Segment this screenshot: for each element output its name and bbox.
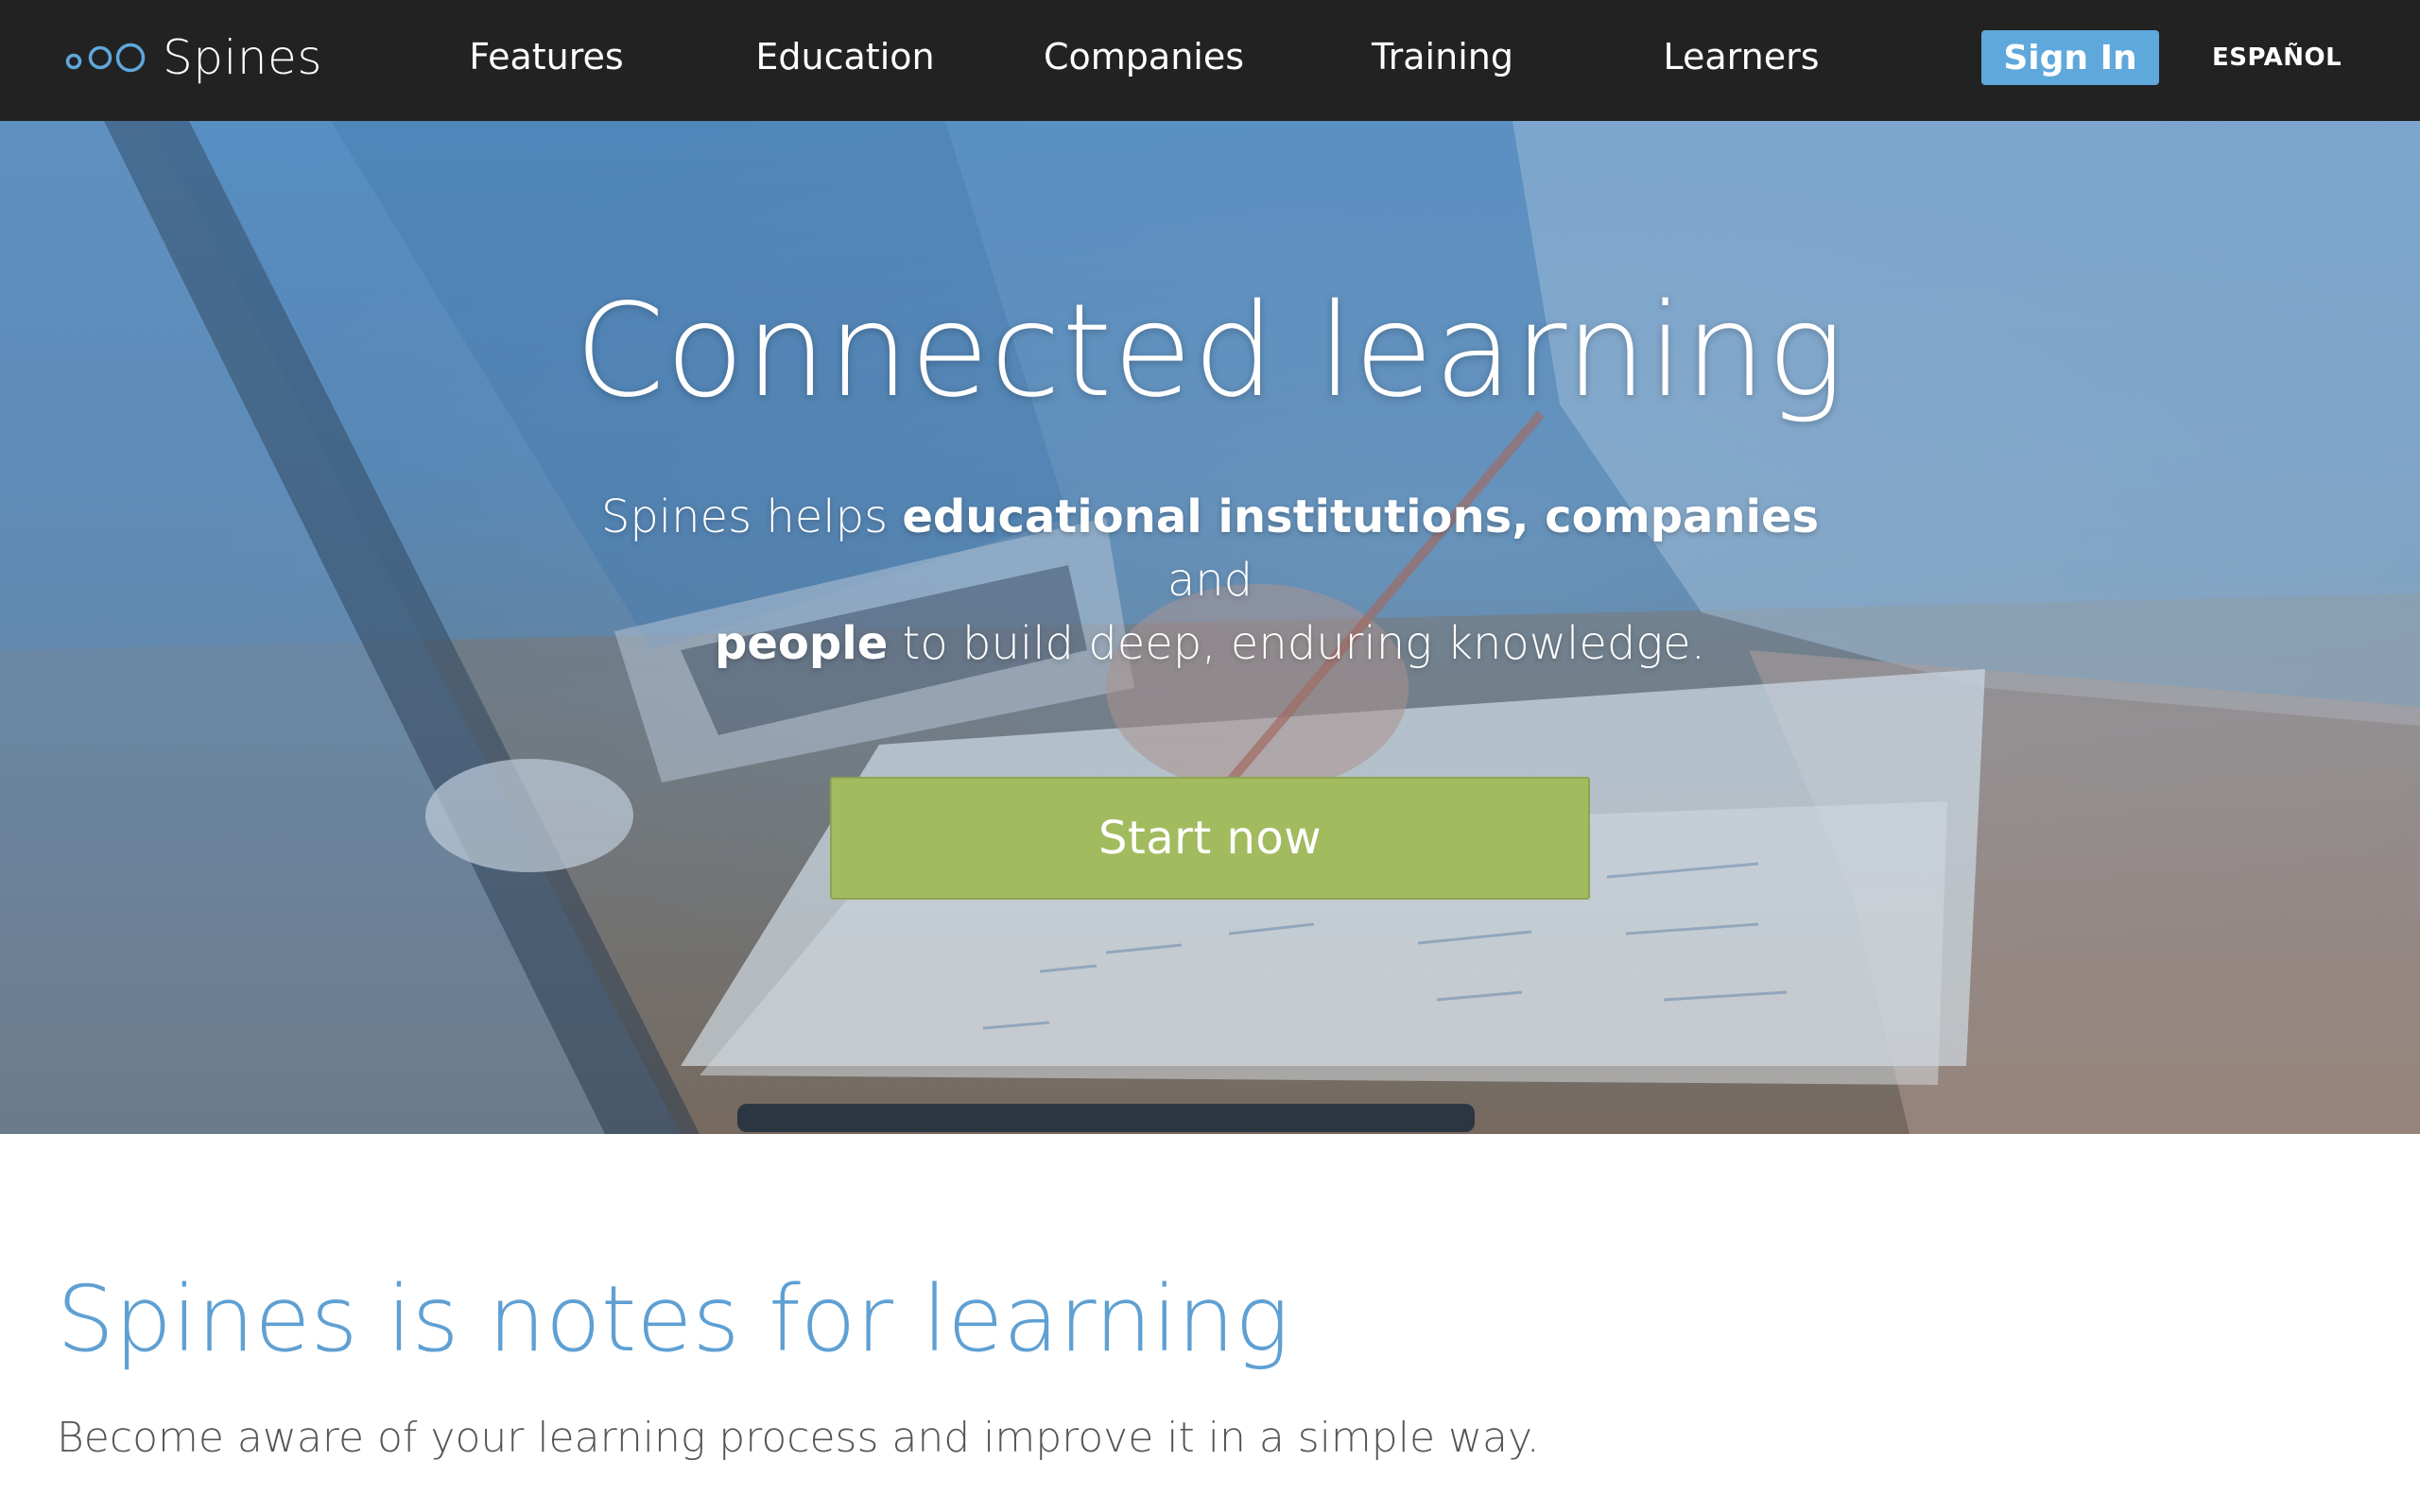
nav-learners-link[interactable]: Learners — [1663, 30, 1819, 83]
hero-title: Connected learning — [575, 277, 1845, 426]
start-now-button[interactable]: Start now — [830, 777, 1590, 900]
sign-in-button[interactable]: Sign In — [1981, 30, 2159, 85]
intro-heading: Spines is notes for learning — [57, 1266, 1289, 1372]
nav-education-link[interactable]: Education — [755, 30, 934, 83]
spines-logo-icon — [65, 43, 146, 73]
brand-link[interactable]: Spines — [64, 28, 322, 87]
intro-description: Become aware of your learning process an… — [57, 1414, 1540, 1462]
language-espanol-link[interactable]: ESPAÑOL — [2212, 43, 2342, 72]
top-navbar: Spines Features Education Companies Trai… — [0, 0, 2420, 121]
nav-features-link[interactable]: Features — [469, 30, 623, 83]
hero-subtitle-text: to build deep, enduring knowledge. — [888, 617, 1705, 670]
hero-subtitle-emphasis: educational institutions, companies — [902, 490, 1820, 543]
nav-companies-link[interactable]: Companies — [1044, 30, 1244, 83]
brand-name: Spines — [163, 30, 322, 85]
hero-banner: Connected learning Spines helps educatio… — [0, 121, 2420, 1134]
hero-subtitle-emphasis: people — [715, 617, 889, 670]
hero-subtitle: Spines helps educational institutions, c… — [567, 486, 1853, 676]
hero-subtitle-text: Spines helps — [600, 490, 903, 543]
hero-subtitle-text: and — [1167, 554, 1253, 607]
nav-training-link[interactable]: Training — [1372, 30, 1513, 83]
